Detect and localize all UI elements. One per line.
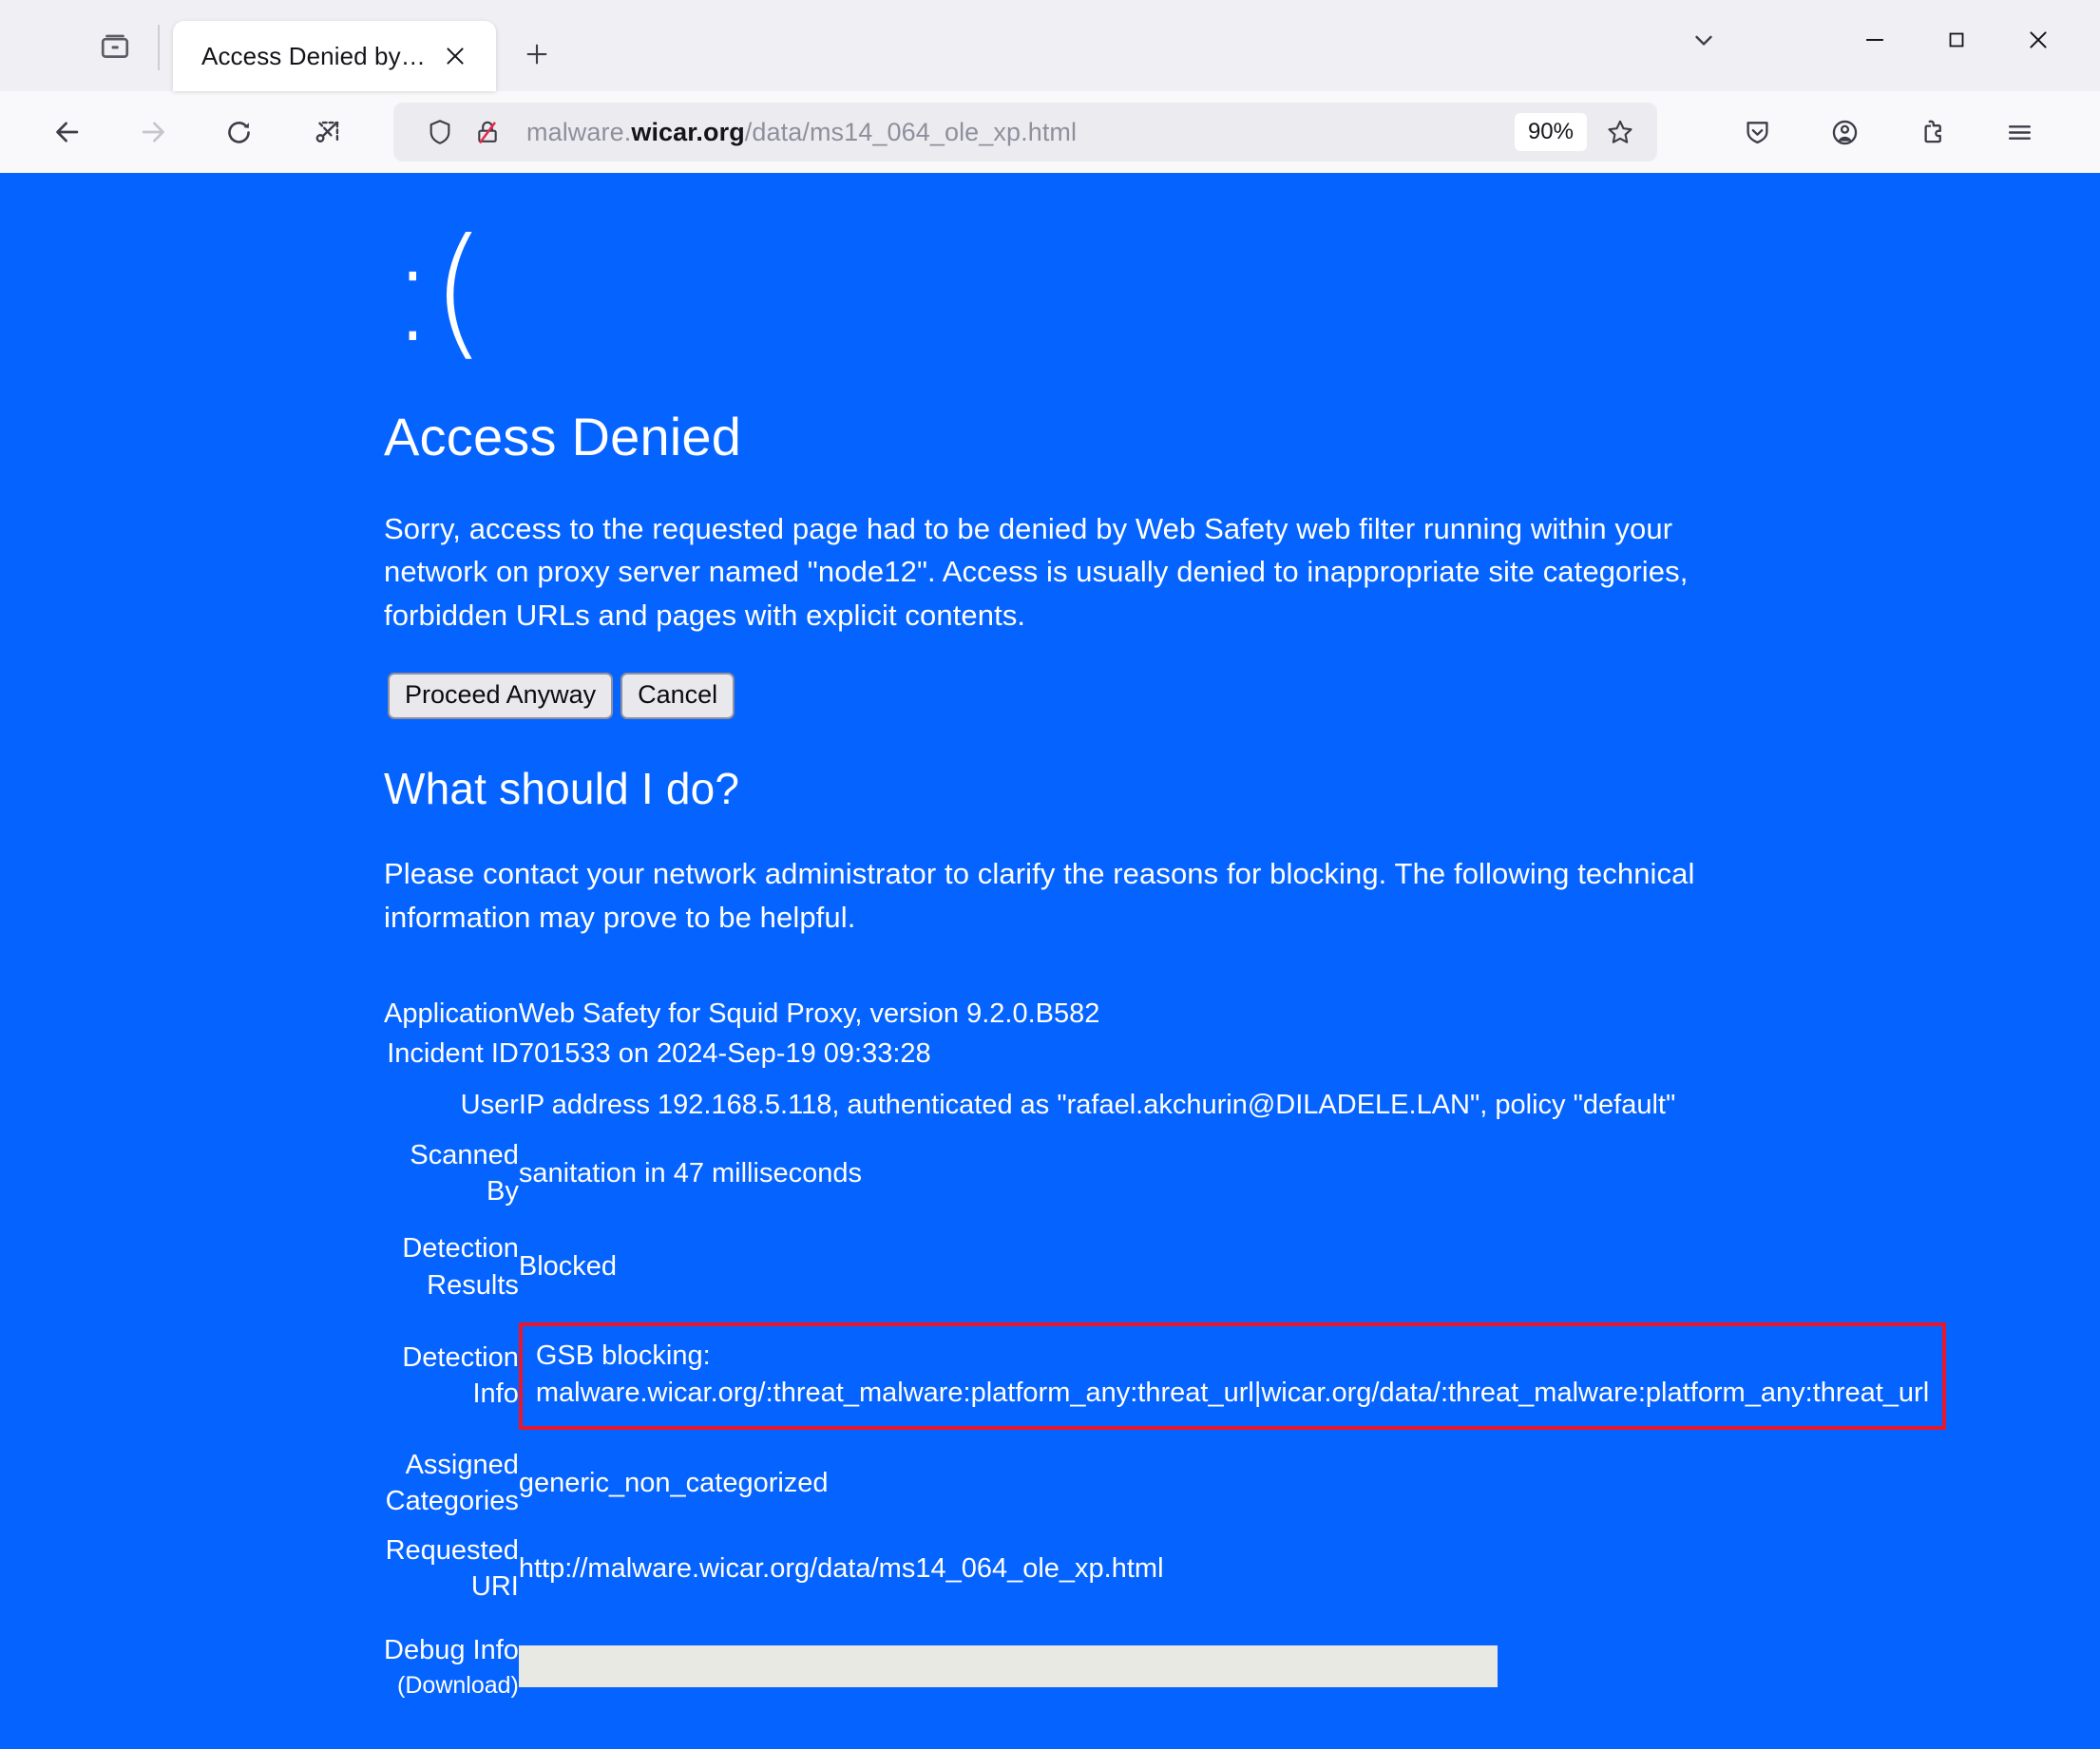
- bookmark-star-icon[interactable]: [1593, 105, 1648, 160]
- insecure-connection-icon[interactable]: [464, 108, 511, 156]
- incident-id-value: 701533 on 2024-Sep-19 09:33:28: [518, 1038, 931, 1070]
- browser-tab[interactable]: Access Denied by Web Safety: [173, 21, 496, 91]
- scanned-by-value: sanitation in 47 milliseconds: [518, 1157, 862, 1188]
- user-label: User: [460, 1090, 519, 1121]
- table-row: Requested URI http://malware.wicar.org/d…: [384, 1519, 1946, 1606]
- detection-results-label-line2: Results: [427, 1269, 519, 1301]
- action-buttons: Proceed Anyway Cancel: [388, 672, 2100, 720]
- table-row: Application Web Safety for Squid Proxy, …: [384, 994, 1946, 1034]
- tab-title: Access Denied by Web Safety: [201, 41, 430, 70]
- requested-uri-label: Requested URI: [385, 1535, 519, 1603]
- table-row: User IP address 192.168.5.118, authentic…: [384, 1074, 1946, 1123]
- assigned-categories-label: Assigned Categories: [384, 1430, 519, 1520]
- maximize-icon[interactable]: [1927, 13, 1986, 67]
- navigation-toolbar: malware.wicar.org/data/ms14_064_ole_xp.h…: [0, 91, 2100, 173]
- window-controls: [1674, 13, 2100, 67]
- browser-window: Access Denied by Web Safety: [0, 0, 2100, 1749]
- list-all-tabs-icon[interactable]: [1674, 13, 1733, 67]
- minimize-icon[interactable]: [1845, 13, 1904, 67]
- scanned-by-label: Scanned By: [410, 1139, 519, 1207]
- zoom-level-badge[interactable]: 90%: [1514, 113, 1587, 151]
- page-title: Access Denied: [384, 407, 742, 466]
- table-row: Debug Info (Download): [384, 1606, 1946, 1701]
- debug-info-label-text: Debug Info: [384, 1634, 519, 1665]
- screenshot-scissors-icon[interactable]: [296, 101, 359, 163]
- table-row: Detection Results Blocked: [384, 1209, 1946, 1303]
- tab-strip: Access Denied by Web Safety: [0, 0, 2100, 91]
- incident-id-label: Incident ID: [387, 1038, 519, 1070]
- detection-results-label-line1: Detection: [402, 1233, 519, 1264]
- account-icon[interactable]: [1813, 101, 1876, 163]
- toolbar-divider: [158, 25, 160, 70]
- cancel-button[interactable]: Cancel: [620, 672, 735, 720]
- proceed-anyway-button[interactable]: Proceed Anyway: [388, 672, 614, 720]
- pocket-shield-icon[interactable]: [1726, 101, 1788, 163]
- advice-paragraph: Please contact your network administrato…: [384, 857, 1695, 934]
- firefox-view-icon[interactable]: [80, 17, 150, 76]
- table-row: Scanned By sanitation in 47 milliseconds: [384, 1124, 1946, 1210]
- assigned-categories-value: generic_non_categorized: [518, 1467, 829, 1498]
- detection-results-label: Detection Results: [384, 1209, 519, 1303]
- detection-info-label: Detection Info: [402, 1341, 519, 1410]
- extensions-puzzle-icon[interactable]: [1900, 101, 1963, 163]
- application-label: Application: [384, 998, 519, 1029]
- debug-info-label: Debug Info (Download): [384, 1606, 519, 1701]
- close-window-icon[interactable]: [2009, 13, 2068, 67]
- url-text: malware.wicar.org/data/ms14_064_ole_xp.h…: [526, 117, 1078, 146]
- technical-details-table: Application Web Safety for Squid Proxy, …: [384, 994, 1947, 1701]
- close-tab-icon[interactable]: [435, 36, 475, 76]
- detection-results-value: Blocked: [518, 1251, 618, 1283]
- table-row: Incident ID 701533 on 2024-Sep-19 09:33:…: [384, 1034, 1946, 1074]
- user-value: IP address 192.168.5.118, authenticated …: [518, 1090, 1676, 1121]
- debug-info-download-link[interactable]: (Download): [384, 1670, 519, 1701]
- assigned-categories-label-line1: Assigned: [405, 1449, 519, 1480]
- tracking-protection-shield-icon[interactable]: [416, 108, 464, 156]
- debug-info-textarea[interactable]: [518, 1645, 1498, 1688]
- assigned-categories-label-line2: Categories: [385, 1485, 519, 1516]
- new-tab-icon[interactable]: [509, 27, 564, 82]
- what-should-i-do-heading: What should I do?: [384, 764, 740, 814]
- detection-info-cell: GSB blocking: malware.wicar.org/:threat_…: [518, 1303, 1947, 1430]
- reload-icon[interactable]: [207, 101, 270, 163]
- detection-info-value: GSB blocking: malware.wicar.org/:threat_…: [518, 1321, 1947, 1430]
- hamburger-menu-icon[interactable]: [1988, 101, 2051, 163]
- sad-face-emoticon: :(: [389, 209, 487, 374]
- requested-uri-value: http://malware.wicar.org/data/ms14_064_o…: [518, 1553, 1164, 1585]
- forward-icon: [122, 101, 184, 163]
- application-value: Web Safety for Squid Proxy, version 9.2.…: [518, 998, 1100, 1029]
- page-content: :( Access Denied Sorry, access to the re…: [0, 173, 2100, 1749]
- table-row: Detection Info GSB blocking: malware.wic…: [384, 1303, 1947, 1430]
- debug-info-cell: [518, 1606, 1946, 1701]
- back-icon[interactable]: [36, 101, 99, 163]
- intro-paragraph: Sorry, access to the requested page had …: [384, 512, 1689, 632]
- address-bar[interactable]: malware.wicar.org/data/ms14_064_ole_xp.h…: [393, 103, 1657, 162]
- table-row: Assigned Categories generic_non_categori…: [384, 1430, 1946, 1520]
